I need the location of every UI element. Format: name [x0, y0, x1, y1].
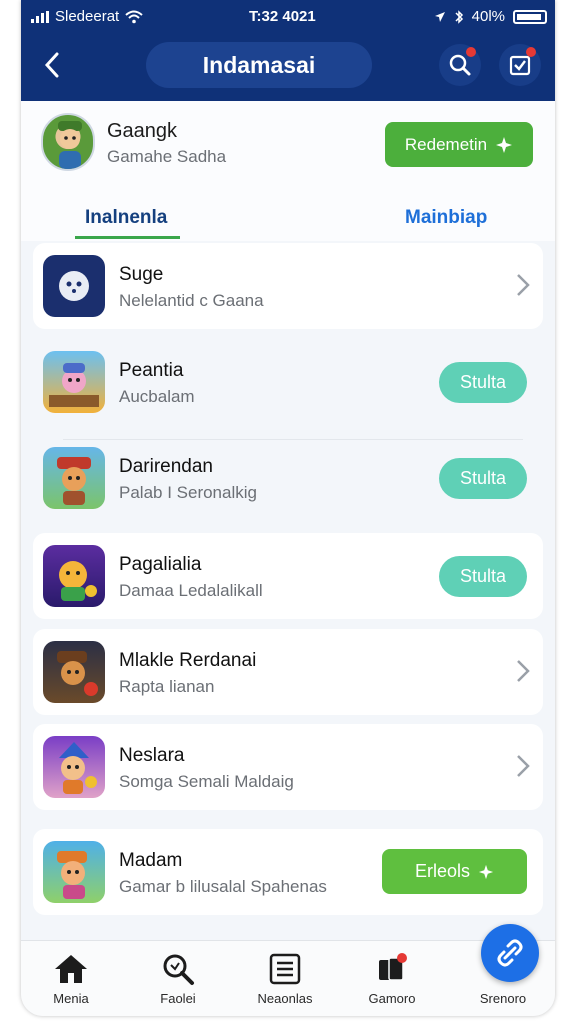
location-arrow-icon [434, 11, 445, 22]
item-title: Neslara [119, 745, 185, 766]
back-button[interactable] [37, 48, 67, 82]
start-button[interactable]: Stulta [439, 362, 527, 403]
tab-bar: Inalnenla Mainbiap [21, 191, 555, 241]
top-bar: Sledeerat T:32 4021 40l% Indamasai [21, 0, 555, 101]
item-subtitle: Palab I Seronalkig [119, 483, 257, 502]
redeem-button[interactable]: Redemetin [385, 122, 533, 167]
item-title: Suge [119, 264, 164, 285]
tab-secondary[interactable]: Mainbiap [405, 207, 487, 229]
game-character-icon [43, 447, 105, 509]
item-subtitle: Damaa Ledalalikall [119, 581, 263, 600]
nav-label: Gamoro [368, 991, 416, 1006]
phone-screen: Sledeerat T:32 4021 40l% Indamasai Gaang… [21, 0, 555, 1016]
sparkle-icon [496, 136, 513, 153]
nav-label: Menia [53, 991, 89, 1006]
game-character-icon [43, 841, 105, 903]
dice-icon [43, 255, 105, 317]
active-tab-indicator [75, 236, 180, 239]
list-item[interactable]: Pagalialia Damaa Ledalalikall Stulta [33, 533, 543, 619]
nav-search[interactable]: Faolei [128, 941, 228, 1016]
nav-games[interactable]: Gamoro [342, 941, 442, 1016]
avatar[interactable] [41, 113, 95, 171]
back-chevron-icon [44, 52, 59, 78]
list-item[interactable]: Madam Gamar b lilusalal Spahenas Erleols [33, 829, 543, 915]
item-title: Pagalialia [119, 554, 202, 575]
item-subtitle: Somga Semali Maldaig [119, 772, 294, 791]
list-icon [269, 953, 301, 985]
battery-percent: 40l% [471, 8, 505, 25]
list-item[interactable]: Peantia Aucbalam Stulta [33, 339, 543, 425]
item-title: Mlakle Rerdanai [119, 650, 257, 671]
profile-card: Gaangk Gamahe Sadha Redemetin [21, 101, 555, 191]
item-subtitle: Gamar b lilusalal Spahenas [119, 877, 327, 896]
game-character-icon [43, 545, 105, 607]
wifi-icon [125, 10, 143, 23]
search-button[interactable] [439, 44, 481, 86]
item-title: Darirendan [119, 456, 213, 477]
notification-badge [526, 47, 536, 57]
link-icon [497, 939, 523, 967]
chevron-right-icon [517, 274, 530, 296]
game-character-icon [43, 351, 105, 413]
nav-home[interactable]: Menia [21, 941, 121, 1016]
chevron-right-icon [517, 755, 530, 777]
tasks-button[interactable] [499, 44, 541, 86]
bluetooth-icon [455, 9, 463, 24]
checklist-icon [509, 55, 531, 76]
search-icon [163, 954, 194, 985]
nav-label: Faolei [160, 991, 196, 1006]
tab-primary[interactable]: Inalnenla [85, 207, 167, 229]
carrier-label: Sledeerat [55, 8, 120, 25]
game-character-icon [43, 641, 105, 703]
item-title: Madam [119, 850, 183, 871]
list-item[interactable]: Darirendan Palab I Seronalkig Stulta [33, 435, 543, 521]
nav-label: Srenoro [479, 991, 527, 1006]
page-title: Indamasai [146, 42, 372, 88]
item-subtitle: Nelelantid c Gaana [119, 291, 264, 310]
status-bar: Sledeerat T:32 4021 40l% [21, 0, 555, 34]
sparkle-icon [478, 864, 494, 879]
list-item[interactable]: Suge Nelelantid c Gaana [33, 243, 543, 329]
game-character-icon [43, 736, 105, 798]
nav-label: Neaonlas [257, 991, 313, 1006]
claim-button[interactable]: Erleols [382, 849, 527, 894]
home-icon [55, 955, 87, 983]
item-title: Peantia [119, 360, 184, 381]
start-button[interactable]: Stulta [439, 556, 527, 597]
profile-name: Gaangk [107, 120, 178, 142]
cards-icon [379, 953, 407, 981]
profile-subtitle: Gamahe Sadha [107, 147, 227, 166]
notification-badge [466, 47, 476, 57]
list-item[interactable]: Neslara Somga Semali Maldaig [33, 724, 543, 810]
chevron-right-icon [517, 660, 530, 682]
redeem-label: Redemetin [404, 134, 488, 154]
battery-icon [513, 9, 547, 24]
item-subtitle: Rapta lianan [119, 677, 215, 696]
list-item[interactable]: Mlakle Rerdanai Rapta lianan [33, 629, 543, 715]
start-button[interactable]: Stulta [439, 458, 527, 499]
floating-action-button[interactable] [481, 924, 539, 982]
status-time: T:32 4021 [249, 8, 316, 25]
signal-icon [31, 10, 49, 23]
bottom-navigation: Menia Faolei Neaonlas Gamoro Srenoro [21, 940, 555, 1016]
nav-news[interactable]: Neaonlas [235, 941, 335, 1016]
claim-label: Erleols [414, 861, 471, 881]
item-subtitle: Aucbalam [119, 387, 195, 406]
